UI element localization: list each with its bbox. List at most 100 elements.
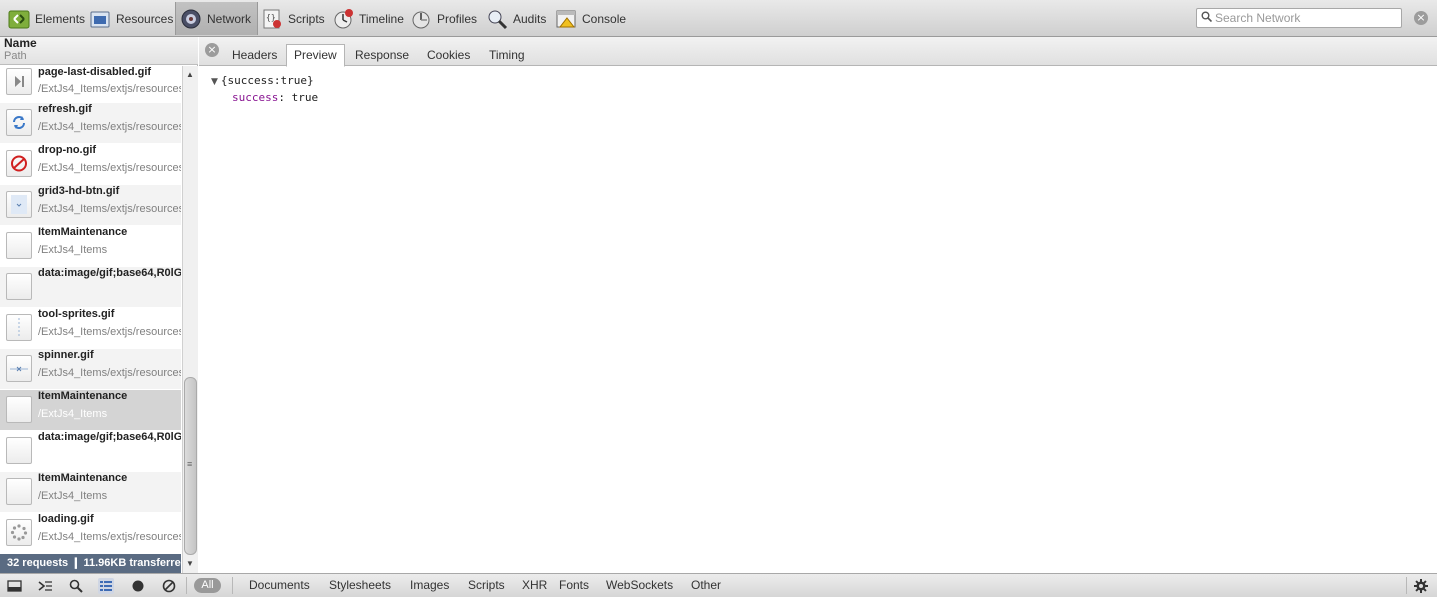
request-name: spinner.gif [38, 349, 94, 361]
timeline-panel-button[interactable]: Timeline [328, 2, 410, 35]
request-path: /ExtJs4_Items [38, 244, 108, 256]
audits-panel-button[interactable]: Audits [482, 2, 552, 35]
search-icon [1201, 11, 1213, 25]
request-row[interactable]: ItemMaintenance /ExtJs4_Items [0, 226, 181, 267]
svg-text:{}: {} [266, 13, 276, 22]
filter-all[interactable]: All [194, 578, 221, 593]
filter-websockets[interactable]: WebSockets [606, 578, 673, 592]
request-row[interactable]: page-last-disabled.gif /ExtJs4_Items/ext… [0, 66, 181, 103]
network-panel-button[interactable]: Network [175, 2, 259, 35]
resources-panel-button[interactable]: Resources [85, 2, 179, 35]
close-devtools-icon[interactable]: × [1414, 11, 1428, 25]
filter-scripts[interactable]: Scripts [468, 578, 505, 592]
request-row[interactable]: refresh.gif /ExtJs4_Items/extjs/resource… [0, 103, 181, 144]
document-icon [6, 273, 32, 300]
divider [186, 577, 187, 594]
detail-tab-bar: × Headers Preview Response Cookies Timin… [199, 37, 1437, 67]
filter-stylesheets[interactable]: Stylesheets [329, 578, 391, 592]
status-bar: All Documents Stylesheets Images Scripts… [0, 573, 1437, 597]
page-last-icon [6, 68, 32, 95]
filter-images[interactable]: Images [410, 578, 449, 592]
json-root: {success:true} [220, 74, 314, 87]
request-row[interactable]: data:image/gif;base64,R0lG [0, 431, 181, 472]
elements-panel-label: Elements [35, 11, 86, 26]
inspect-search-icon[interactable] [68, 578, 84, 594]
drop-no-icon [6, 150, 32, 177]
request-name: page-last-disabled.gif [38, 66, 152, 78]
request-row[interactable]: loading.gif /ExtJs4_Items/extjs/resource… [0, 513, 181, 554]
request-row[interactable]: ItemMaintenance /ExtJs4_Items [0, 472, 181, 513]
timeline-panel-label: Timeline [359, 11, 404, 26]
request-row[interactable]: tool-sprites.gif /ExtJs4_Items/extjs/res… [0, 308, 181, 349]
scroll-down-arrow-icon[interactable]: ▼ [186, 559, 194, 568]
request-name: grid3-hd-btn.gif [38, 185, 120, 197]
path-header-label: Path [4, 50, 27, 62]
request-summary: 32 requests ❙ 11.96KB transferred [0, 554, 181, 573]
resources-panel-label: Resources [116, 11, 174, 26]
request-name: ItemMaintenance [38, 390, 128, 402]
clear-icon[interactable] [161, 578, 177, 594]
request-row-selected[interactable]: ItemMaintenance /ExtJs4_Items [0, 390, 181, 431]
profiles-panel-button[interactable]: Profiles [406, 2, 483, 35]
console-panel-label: Console [582, 11, 627, 26]
request-name: refresh.gif [38, 103, 92, 115]
grid-header-button-icon [6, 191, 32, 218]
request-row[interactable]: drop-no.gif /ExtJs4_Items/extjs/resource… [0, 144, 181, 185]
filter-xhr[interactable]: XHR [522, 578, 547, 592]
close-detail-icon[interactable]: × [205, 43, 219, 57]
dock-icon[interactable] [7, 578, 23, 594]
scrollbar-thumb[interactable]: ≡ [184, 377, 197, 555]
search-field[interactable] [1196, 8, 1402, 28]
request-row[interactable]: spinner.gif /ExtJs4_Items/extjs/resource… [0, 349, 181, 390]
filter-other[interactable]: Other [691, 578, 721, 592]
request-path: /ExtJs4_Items/extjs/resources [38, 121, 181, 133]
elements-panel-button[interactable]: Elements [4, 2, 91, 35]
large-rows-icon[interactable] [98, 578, 114, 594]
scripts-panel-label: Scripts [288, 11, 325, 26]
console-panel-button[interactable]: Console [551, 2, 632, 35]
tab-response[interactable]: Response [348, 45, 416, 66]
scripts-panel-button[interactable]: {} Scripts [257, 2, 331, 35]
tab-timing[interactable]: Timing [482, 45, 532, 66]
expand-triangle-icon[interactable]: ▼ [211, 77, 218, 87]
tab-preview[interactable]: Preview [286, 44, 345, 67]
request-path: /ExtJs4_Items [38, 490, 108, 502]
record-icon[interactable] [130, 578, 146, 594]
request-row[interactable]: grid3-hd-btn.gif /ExtJs4_Items/extjs/res… [0, 185, 181, 226]
filter-fonts[interactable]: Fonts [559, 578, 589, 592]
document-icon [6, 232, 32, 259]
settings-gear-icon[interactable] [1413, 578, 1429, 594]
request-row[interactable]: data:image/gif;base64,R0lG [0, 267, 181, 308]
json-separator: : [278, 91, 292, 104]
request-path: /ExtJs4_Items/extjs/resources [38, 531, 181, 543]
request-path: /ExtJs4_Items/extjs/resources [38, 367, 181, 379]
request-name: drop-no.gif [38, 144, 97, 156]
tab-cookies[interactable]: Cookies [420, 45, 477, 66]
request-name: tool-sprites.gif [38, 308, 115, 320]
request-detail-pane: × Headers Preview Response Cookies Timin… [199, 37, 1437, 573]
scroll-up-arrow-icon[interactable]: ▲ [186, 70, 194, 79]
audits-icon [486, 8, 508, 30]
json-property-row: success: true [211, 90, 318, 106]
json-property-key: success [232, 91, 279, 104]
profiles-panel-label: Profiles [437, 11, 478, 26]
divider [232, 577, 233, 594]
request-path: /ExtJs4_Items/extjs/resources [38, 162, 181, 174]
request-list-scrollbar[interactable]: ▲ ≡ ▼ [182, 66, 198, 573]
console-drawer-icon[interactable] [37, 578, 53, 594]
panel-toolbar: Elements Resources Network {} Scripts Ti… [0, 0, 1437, 37]
request-name: data:image/gif;base64,R0lG [38, 267, 181, 279]
json-root-row[interactable]: ▼ {success:true} [211, 73, 318, 90]
json-preview: ▼ {success:true} success: true [211, 73, 318, 106]
name-column-header[interactable]: Name Path [0, 37, 198, 65]
request-path: /ExtJs4_Items/extjs/resources [38, 326, 181, 338]
tab-headers[interactable]: Headers [225, 45, 284, 66]
document-icon [6, 437, 32, 464]
search-input[interactable] [1215, 11, 1395, 25]
request-path: /ExtJs4_Items [38, 408, 108, 420]
divider [1406, 577, 1407, 594]
profiles-icon [410, 8, 432, 30]
filter-documents[interactable]: Documents [249, 578, 310, 592]
request-name: loading.gif [38, 513, 94, 525]
loading-icon [6, 519, 32, 546]
